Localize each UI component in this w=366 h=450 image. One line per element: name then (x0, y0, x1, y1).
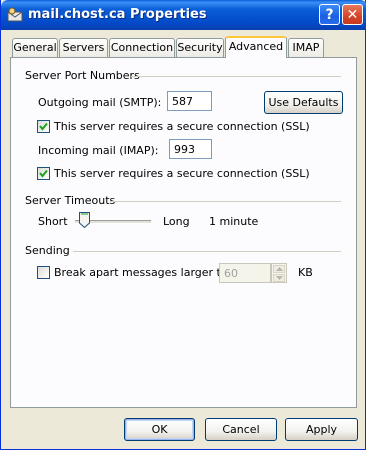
imap-ssl-label: This server requires a secure connection… (54, 167, 310, 180)
server-ports-group-title: Server Port Numbers (25, 69, 140, 82)
server-ports-divider (131, 76, 341, 77)
timeout-short-label: Short (38, 215, 68, 228)
outgoing-port-input[interactable] (167, 91, 212, 111)
advanced-tab-panel: Server Port Numbers Outgoing mail (SMTP)… (10, 57, 357, 408)
tab-servers[interactable]: Servers (59, 38, 108, 57)
apply-button[interactable]: Apply (285, 418, 358, 441)
break-apart-label: Break apart messages larger than (54, 266, 242, 279)
close-button[interactable]: ✕ (342, 4, 363, 25)
message-size-spinner[interactable] (271, 263, 287, 283)
properties-dialog: mail.chost.ca Properties ? ✕ General Ser… (0, 0, 366, 450)
imap-ssl-checkbox[interactable] (37, 167, 50, 180)
timeout-value: 1 minute (209, 215, 259, 228)
checkmark-icon (39, 122, 48, 131)
tab-security[interactable]: Security (176, 38, 224, 57)
timeouts-group-title: Server Timeouts (25, 194, 116, 207)
smtp-ssl-checkbox[interactable] (37, 120, 50, 133)
help-button[interactable]: ? (319, 4, 340, 25)
arrow-down-icon (275, 276, 283, 280)
incoming-port-input[interactable] (169, 139, 212, 159)
cancel-button[interactable]: Cancel (205, 418, 277, 441)
tab-imap[interactable]: IMAP (288, 38, 324, 57)
message-size-input[interactable] (219, 263, 271, 283)
outgoing-port-label: Outgoing mail (SMTP): (38, 96, 162, 109)
tab-advanced[interactable]: Advanced (225, 36, 287, 58)
timeout-long-label: Long (163, 215, 190, 228)
sending-divider (73, 251, 341, 252)
timeouts-divider (110, 201, 341, 202)
incoming-port-label: Incoming mail (IMAP): (38, 144, 159, 157)
tab-connection[interactable]: Connection (109, 38, 175, 57)
title-bar[interactable]: mail.chost.ca Properties ? ✕ (1, 0, 366, 30)
arrow-up-icon (275, 267, 283, 271)
break-apart-checkbox[interactable] (37, 266, 50, 279)
spin-up-button[interactable] (273, 265, 285, 273)
use-defaults-button[interactable]: Use Defaults (264, 91, 343, 114)
size-unit-label: KB (298, 266, 313, 279)
tab-general[interactable]: General (12, 38, 58, 57)
smtp-ssl-label: This server requires a secure connection… (54, 120, 310, 133)
sending-group-title: Sending (25, 244, 70, 257)
window-title: mail.chost.ca Properties (28, 7, 207, 22)
checkmark-icon (39, 169, 48, 178)
timeout-slider-thumb[interactable] (79, 212, 90, 228)
spin-down-button[interactable] (273, 274, 285, 282)
ok-button[interactable]: OK (124, 418, 195, 441)
mail-account-icon (7, 7, 23, 22)
